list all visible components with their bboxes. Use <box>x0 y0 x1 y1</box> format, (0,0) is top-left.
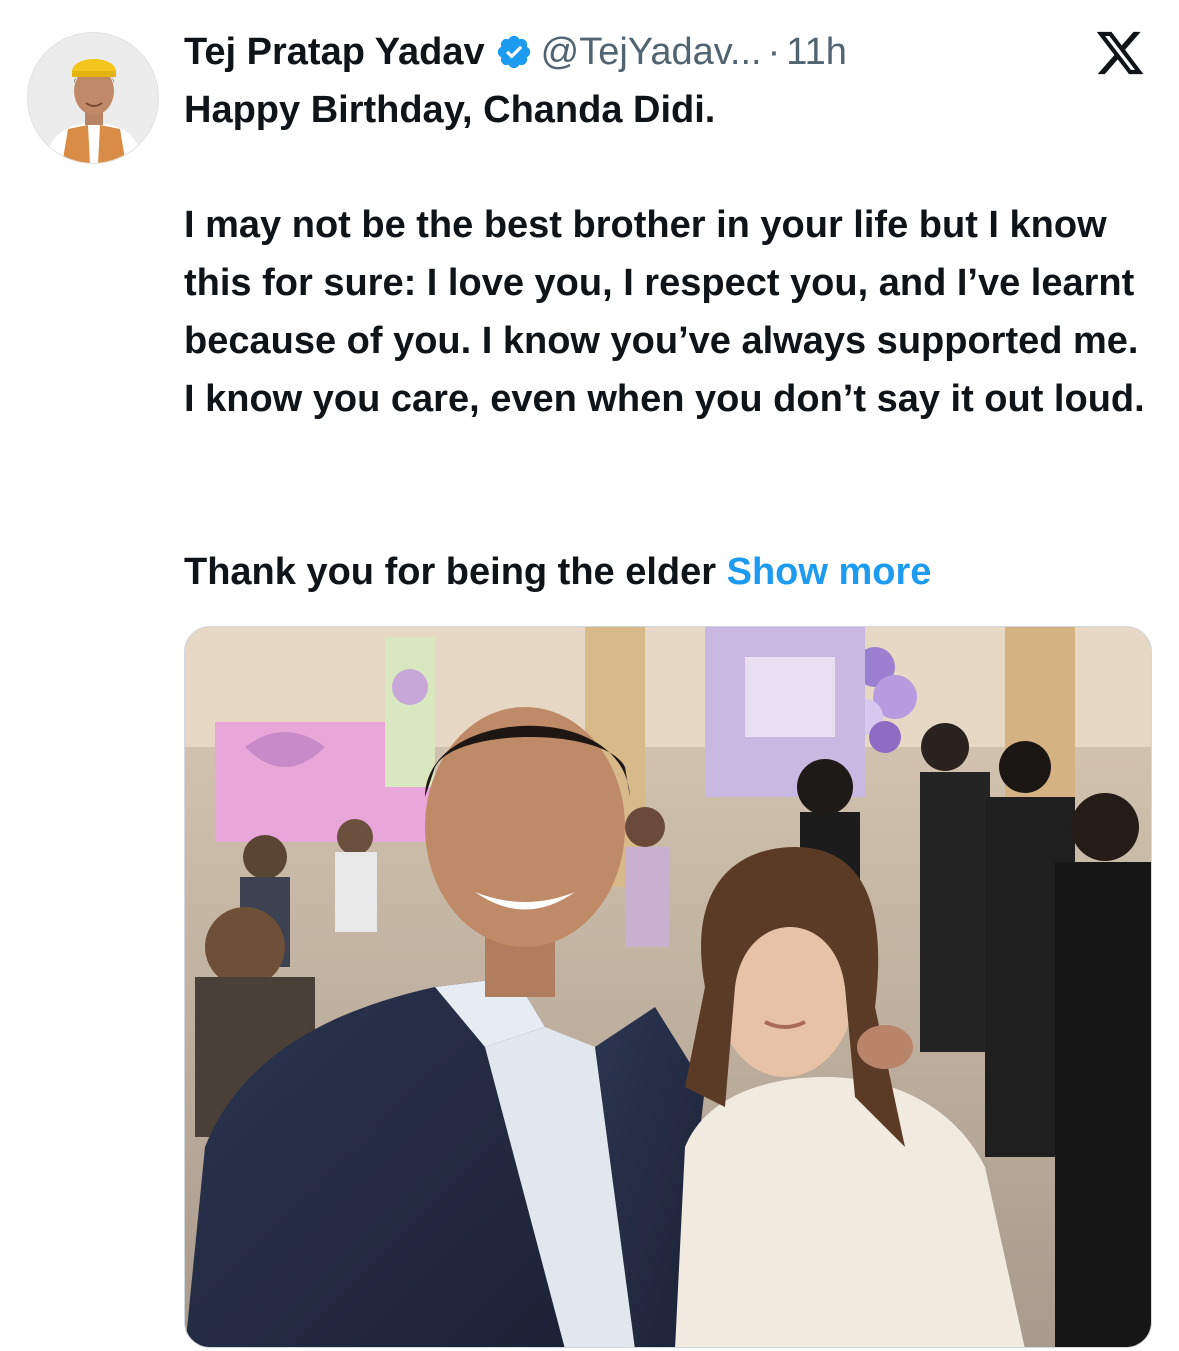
author-display-name[interactable]: Tej Pratap Yadav <box>184 31 485 74</box>
tweet-text-line1: Happy Birthday, Chanda Didi. <box>184 89 716 131</box>
x-logo-icon[interactable] <box>1093 27 1147 79</box>
avatar-photo-icon <box>28 33 158 163</box>
tweet-timestamp[interactable]: 11h <box>786 31 847 74</box>
separator-dot: · <box>767 30 781 73</box>
tweet-card[interactable]: Tej Pratap Yadav @TejYadav... · 11h Happ… <box>0 0 1179 1351</box>
show-more-link[interactable]: Show more <box>727 551 932 593</box>
author-handle[interactable]: @TejYadav... <box>541 31 762 74</box>
selfie-photo-icon <box>185 627 1151 1347</box>
tweet-text-truncated: Thank you for being the elder <box>184 551 717 593</box>
tweet-photo[interactable] <box>184 626 1152 1348</box>
verified-badge-icon <box>495 33 533 71</box>
tweet-header: Tej Pratap Yadav @TejYadav... · 11h <box>184 26 847 78</box>
author-avatar[interactable] <box>27 32 159 164</box>
tweet-text-paragraph: I may not be the best brother in your li… <box>184 204 1145 420</box>
tweet-text-final-line: Thank you for being the elder Show more <box>184 543 1159 601</box>
